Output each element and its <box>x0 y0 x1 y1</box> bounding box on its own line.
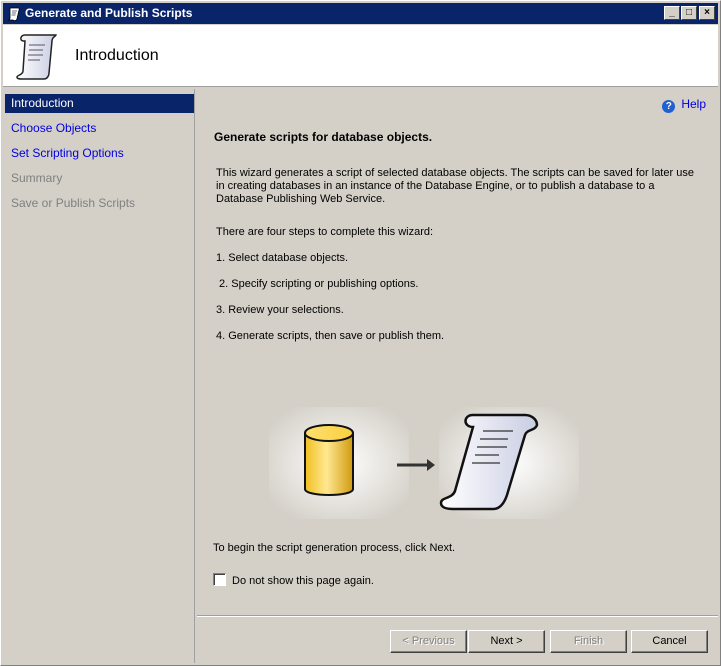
next-button[interactable]: Next > <box>468 630 545 653</box>
wizard-description: This wizard generates a script of select… <box>216 167 694 205</box>
help-link[interactable]: ? Help <box>662 97 706 113</box>
maximize-button[interactable]: □ <box>681 6 697 20</box>
title-bar[interactable]: Generate and Publish Scripts _ □ × <box>3 3 718 24</box>
sidebar-divider <box>194 89 195 663</box>
previous-button[interactable]: < Previous <box>390 630 467 653</box>
dont-show-again-row[interactable]: Do not show this page again. <box>213 573 374 587</box>
minimize-button[interactable]: _ <box>664 6 680 20</box>
scroll-icon <box>16 34 57 80</box>
page-header: Introduction <box>3 25 718 87</box>
window-title: Generate and Publish Scripts <box>25 6 193 20</box>
main-content: ? Help Generate scripts for database obje… <box>197 89 718 615</box>
sidebar-item-save-or-publish-scripts: Save or Publish Scripts <box>11 196 136 210</box>
sidebar-item-introduction[interactable]: Introduction <box>5 94 194 113</box>
step-2: 2. Specify scripting or publishing optio… <box>216 278 419 290</box>
database-icon <box>304 424 354 496</box>
sidebar-item-summary: Summary <box>11 171 63 185</box>
begin-instructions: To begin the script generation process, … <box>213 542 456 554</box>
steps-intro: There are four steps to complete this wi… <box>216 226 434 238</box>
close-button[interactable]: × <box>699 6 715 20</box>
scroll-icon <box>7 7 20 22</box>
wizard-sidebar: Introduction Choose Objects Set Scriptin… <box>3 89 195 663</box>
section-heading: Generate scripts for database objects. <box>214 130 433 144</box>
finish-button[interactable]: Finish <box>550 630 627 653</box>
dont-show-again-label[interactable]: Do not show this page again. <box>232 575 374 587</box>
step-3: 3. Review your selections. <box>216 304 344 316</box>
help-label: Help <box>681 97 706 111</box>
step-1: 1. Select database objects. <box>216 252 349 264</box>
button-bar-divider <box>197 615 718 617</box>
step-4: 4. Generate scripts, then save or publis… <box>216 330 445 342</box>
help-icon: ? <box>662 100 676 113</box>
database-to-script-illustration <box>269 407 579 519</box>
cancel-button[interactable]: Cancel <box>631 630 708 653</box>
wizard-window: Generate and Publish Scripts _ □ × Intro… <box>0 0 721 666</box>
sidebar-item-set-scripting-options[interactable]: Set Scripting Options <box>5 144 194 163</box>
page-title: Introduction <box>75 47 159 64</box>
sidebar-item-choose-objects[interactable]: Choose Objects <box>5 119 194 138</box>
dont-show-again-checkbox[interactable] <box>213 573 226 586</box>
